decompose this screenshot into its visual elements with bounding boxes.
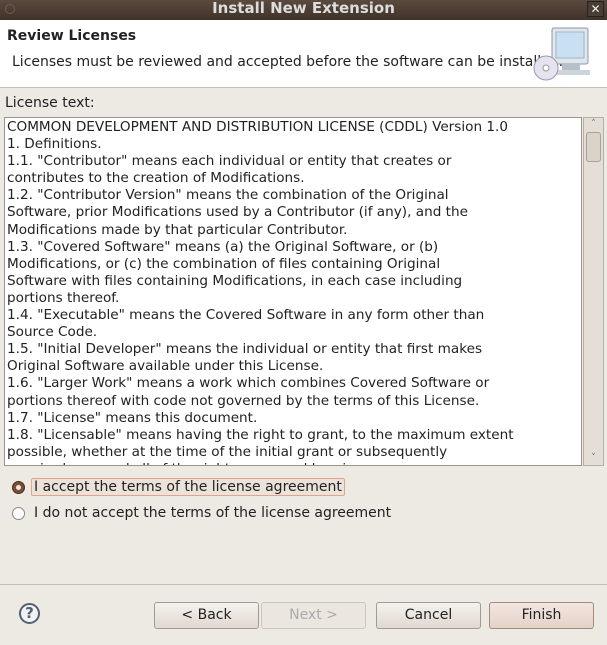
license-textarea[interactable]: COMMON DEVELOPMENT AND DISTRIBUTION LICE… <box>4 117 582 466</box>
license-line: 1. Definitions. <box>7 136 102 153</box>
license-line: 1.1. "Contributor" means each individual… <box>7 153 452 170</box>
license-line: 1.4. "Executable" means the Covered Soft… <box>7 307 485 324</box>
license-line: Original Software available under this L… <box>7 358 324 375</box>
finish-button[interactable]: Finish <box>489 602 594 629</box>
license-line: Modifications, or (c) the combination of… <box>7 255 441 272</box>
radio-unselected-icon[interactable] <box>12 506 25 520</box>
license-line: 1.8. "Licensable" means having the right… <box>7 426 514 443</box>
decline-label[interactable]: I do not accept the terms of the license… <box>31 505 391 521</box>
license-line: possible, whether at the time of the ini… <box>7 443 448 460</box>
page-description: Licenses must be reviewed and accepted b… <box>12 54 564 70</box>
help-icon[interactable]: ? <box>19 603 40 624</box>
page-title: Review Licenses <box>7 28 137 44</box>
license-line: 1.6. "Larger Work" means a work which co… <box>7 375 490 392</box>
scroll-up-icon[interactable]: ˄ <box>584 119 603 129</box>
license-line: 1.3. "Covered Software" means (a) the Or… <box>7 238 439 255</box>
wizard-header: Review Licenses Licenses must be reviewe… <box>0 20 607 88</box>
cancel-button[interactable]: Cancel <box>376 602 481 629</box>
radio-selected-icon[interactable] <box>12 480 25 494</box>
window-menu-icon[interactable] <box>5 4 15 14</box>
accept-label[interactable]: I accept the terms of the license agreem… <box>31 478 345 496</box>
next-button[interactable]: Next > <box>261 602 366 629</box>
license-line: 1.2. "Contributor Version" means the com… <box>7 187 449 204</box>
license-line: contributes to the creation of Modificat… <box>7 170 305 187</box>
title-bar: Install New Extension ✕ <box>0 0 607 20</box>
license-line: 1.7. "License" means this document. <box>7 409 258 426</box>
license-line: acquired, any and all of the rights conv… <box>7 461 579 465</box>
divider <box>0 584 607 585</box>
license-line: Source Code. <box>7 324 98 341</box>
window-title: Install New Extension <box>212 0 395 17</box>
license-text-label: License text: <box>5 95 95 111</box>
license-line: Software, prior Modifications used by a … <box>7 204 468 221</box>
accept-radio[interactable]: I accept the terms of the license agreem… <box>12 478 345 496</box>
license-line: portions thereof. <box>7 289 120 306</box>
license-line: portions thereof with code not governed … <box>7 392 480 409</box>
license-line: 1.5. "Initial Developer" means the indiv… <box>7 341 483 358</box>
scroll-down-icon[interactable]: ˅ <box>584 453 603 463</box>
close-button[interactable]: ✕ <box>587 1 604 17</box>
license-line: Modifications made by that particular Co… <box>7 221 348 238</box>
back-button[interactable]: < Back <box>154 602 259 629</box>
license-line: COMMON DEVELOPMENT AND DISTRIBUTION LICE… <box>7 119 509 135</box>
license-scrollbar[interactable]: ˄ ˅ <box>583 117 604 466</box>
decline-radio[interactable]: I do not accept the terms of the license… <box>12 505 391 521</box>
monitor-cd-icon <box>533 27 590 81</box>
license-line: Software with files containing Modificat… <box>7 272 463 289</box>
scroll-thumb[interactable] <box>586 132 601 162</box>
